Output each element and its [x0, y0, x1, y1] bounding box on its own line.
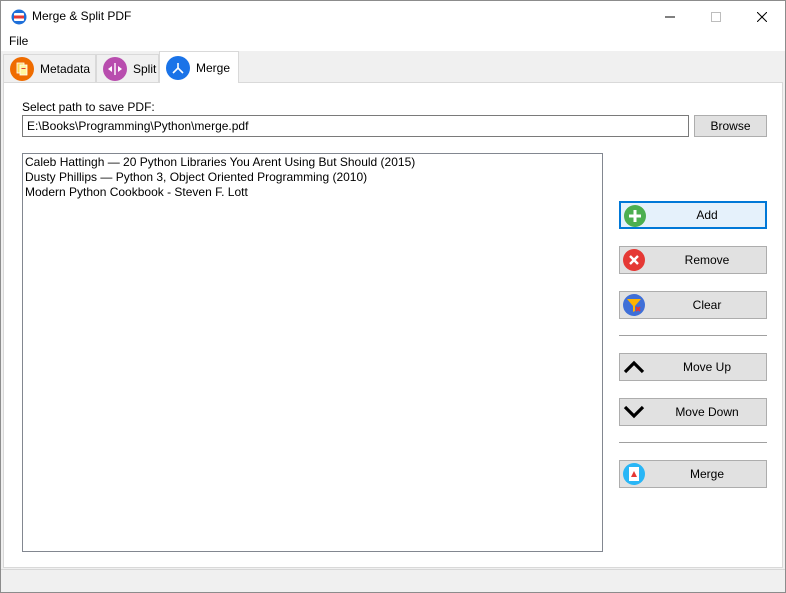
button-separator: [619, 335, 767, 336]
app-window: Merge & Split PDF File Metadata Split Me…: [0, 0, 786, 593]
browse-button[interactable]: Browse: [694, 115, 767, 137]
move-down-button[interactable]: Move Down: [619, 398, 767, 426]
tab-strip: Metadata Split Merge: [1, 51, 785, 83]
button-separator: [619, 442, 767, 443]
tab-merge-label: Merge: [196, 60, 231, 75]
add-button[interactable]: Add: [619, 201, 767, 229]
pdf-app-icon: [11, 9, 27, 25]
move-down-button-label: Move Down: [675, 405, 739, 419]
tab-split-label: Split: [133, 61, 157, 76]
split-icon: [103, 56, 127, 81]
pdf-file-list[interactable]: Caleb Hattingh — 20 Python Libraries You…: [22, 153, 603, 552]
close-button[interactable]: [739, 1, 785, 32]
chevron-down-icon: [622, 400, 646, 424]
remove-button-label: Remove: [684, 253, 730, 267]
title-bar: Merge & Split PDF: [1, 1, 785, 32]
clear-button-label: Clear: [692, 298, 722, 312]
menu-bar: File: [1, 32, 785, 51]
add-icon: [623, 204, 647, 228]
window-title: Merge & Split PDF: [32, 9, 132, 23]
add-button-label: Add: [696, 208, 718, 222]
metadata-icon: [10, 56, 34, 81]
list-item[interactable]: Dusty Phillips — Python 3, Object Orient…: [25, 170, 600, 185]
status-bar: [1, 569, 785, 592]
tab-merge[interactable]: Merge: [159, 51, 239, 83]
tab-metadata-label: Metadata: [40, 61, 91, 76]
pdf-merge-icon: [622, 462, 646, 486]
tab-split[interactable]: Split: [96, 54, 159, 82]
menu-file[interactable]: File: [9, 34, 28, 48]
list-item[interactable]: Caleb Hattingh — 20 Python Libraries You…: [25, 155, 600, 170]
save-path-label: Select path to save PDF:: [22, 100, 155, 114]
remove-button[interactable]: Remove: [619, 246, 767, 274]
remove-icon: [622, 248, 646, 272]
maximize-icon: [711, 11, 721, 22]
minimize-button[interactable]: [647, 1, 693, 32]
maximize-button[interactable]: [693, 1, 739, 32]
clear-button[interactable]: Clear: [619, 291, 767, 319]
close-icon: [757, 11, 767, 22]
tab-metadata[interactable]: Metadata: [3, 54, 96, 82]
merge-button[interactable]: Merge: [619, 460, 767, 488]
save-path-input[interactable]: E:\Books\Programming\Python\merge.pdf: [22, 115, 689, 137]
merge-icon: [166, 55, 190, 80]
move-up-button-label: Move Up: [682, 360, 732, 374]
merge-button-label: Merge: [689, 467, 724, 481]
chevron-up-icon: [622, 355, 646, 379]
move-up-button[interactable]: Move Up: [619, 353, 767, 381]
merge-panel: Select path to save PDF: E:\Books\Progra…: [3, 82, 783, 568]
list-item[interactable]: Modern Python Cookbook - Steven F. Lott: [25, 185, 600, 200]
minimize-icon: [665, 16, 675, 17]
clear-filter-icon: [622, 293, 646, 317]
